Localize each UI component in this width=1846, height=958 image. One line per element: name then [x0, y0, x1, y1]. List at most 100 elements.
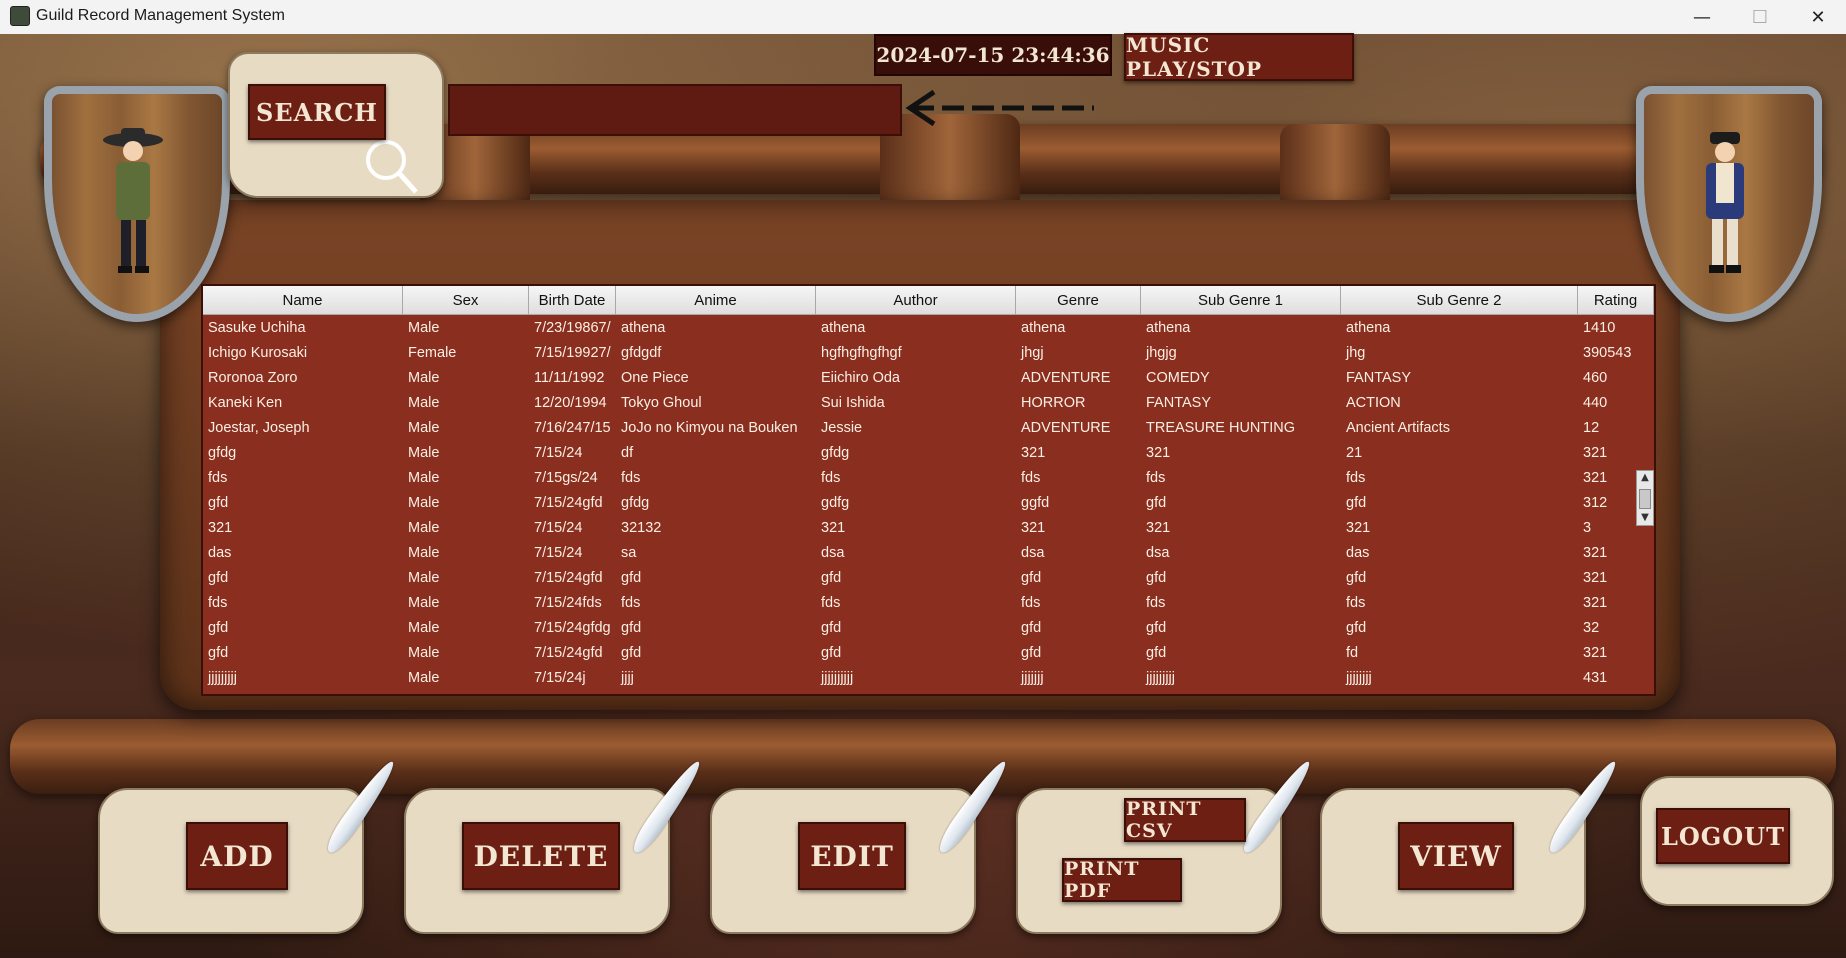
print-pdf-button[interactable]: PRINT PDF	[1062, 858, 1182, 902]
minimize-button[interactable]: —	[1674, 0, 1730, 34]
table-cell: gfd	[208, 620, 229, 636]
table-row[interactable]: jjjjjjjjj Male 7/15/24j jjjj jjjjjjjjjj jjjjj…	[203, 666, 1654, 691]
table-cell: 32	[1583, 620, 1600, 636]
search-input[interactable]	[448, 84, 902, 136]
table-row[interactable]: fds Male 7/15gs/24 fds fds fds fds fds 321	[203, 466, 1654, 491]
table-cell: jjjjjjjjj	[208, 670, 237, 686]
table-row[interactable]: gfd Male 7/15/24gfd gfd gfd gfd gfd fd 321	[203, 641, 1654, 666]
table-cell: fds	[621, 595, 641, 611]
view-button[interactable]: VIEW	[1398, 822, 1514, 890]
window-titlebar: Guild Record Management System — ☐ ✕	[0, 0, 1846, 35]
table-cell: Jessie	[821, 420, 863, 436]
table-cell: gfdgdf	[621, 345, 662, 361]
table-cell: df	[621, 445, 634, 461]
table-row[interactable]: gfd Male 7/15/24gfd gfdg gdfg ggfd gfd gfd 312	[203, 491, 1654, 516]
table-row[interactable]: Roronoa Zoro Male 11/11/1992 One Piece Eiich…	[203, 366, 1654, 391]
table-cell: Male	[408, 645, 440, 661]
table-cell: fds	[1021, 595, 1041, 611]
table-cell: jjjjjjjjj	[1146, 670, 1175, 686]
table-cell: gfd	[1146, 495, 1167, 511]
table-row[interactable]: das Male 7/15/24 sa dsa dsa dsa das 321	[203, 541, 1654, 566]
table-cell: gfd	[208, 495, 229, 511]
table-cell: jhgj	[1021, 345, 1044, 361]
table-cell: das	[1346, 545, 1370, 561]
table-cell: 321	[821, 520, 846, 536]
maximize-button[interactable]: ☐	[1732, 0, 1788, 34]
table-cell: gfd	[1346, 495, 1367, 511]
table-scrollbar[interactable]: ▲ ▼	[1636, 470, 1654, 526]
table-cell: 321	[1583, 545, 1608, 561]
music-toggle-button[interactable]: MUSIC PLAY/STOP	[1124, 33, 1354, 81]
table-cell: Male	[408, 320, 440, 336]
table-cell: COMEDY	[1146, 370, 1210, 386]
add-button[interactable]: ADD	[186, 822, 288, 890]
table-cell: 1410	[1583, 320, 1616, 336]
table-cell: Male	[408, 545, 440, 561]
table-cell: ADVENTURE	[1021, 420, 1111, 436]
table-cell: FANTASY	[1146, 395, 1211, 411]
column-header[interactable]: Rating	[1578, 286, 1654, 315]
officer-icon	[1706, 132, 1744, 273]
column-header[interactable]: Name	[203, 286, 403, 315]
table-body: Sasuke Uchiha Male 7/23/19867/athena athena…	[203, 316, 1654, 691]
table-cell: Kaneki Ken	[208, 395, 283, 411]
table-cell: Ichigo Kurosaki	[208, 345, 308, 361]
table-cell: gfd	[1146, 620, 1167, 636]
logout-button[interactable]: LOGOUT	[1656, 808, 1790, 864]
search-button[interactable]: SEARCH	[248, 84, 386, 140]
table-row[interactable]: Sasuke Uchiha Male 7/23/19867/athena athena…	[203, 316, 1654, 341]
adventurer-icon	[103, 128, 163, 273]
records-table[interactable]: Name Sex Birth Date Anime Author Genre Sub Gen…	[201, 284, 1656, 696]
table-row[interactable]: 321 Male 7/15/24 32132 321 321 321 321 3	[203, 516, 1654, 541]
table-cell: jjjj	[621, 670, 634, 686]
table-cell: sa	[621, 545, 637, 561]
table-row[interactable]: gfd Male 7/15/24gfdg gfd gfd gfd gfd gfd 32	[203, 616, 1654, 641]
table-row[interactable]: gfdg Male 7/15/24 df gfdg 321 321 21 321	[203, 441, 1654, 466]
column-header[interactable]: Author	[816, 286, 1016, 315]
table-cell: fds	[1146, 595, 1166, 611]
bottom-wood-beam	[10, 719, 1836, 794]
table-cell: Roronoa Zoro	[208, 370, 298, 386]
scroll-up-icon[interactable]: ▲	[1637, 471, 1653, 485]
scroll-down-icon[interactable]: ▼	[1637, 511, 1653, 525]
close-button[interactable]: ✕	[1790, 0, 1846, 34]
table-cell: 7/15/24	[534, 520, 583, 536]
column-header[interactable]: Anime	[616, 286, 816, 315]
table-row[interactable]: Joestar, Joseph Male 7/16/247/15 JoJo no Ki…	[203, 416, 1654, 441]
table-row[interactable]: Kaneki Ken Male 12/20/1994 Tokyo Ghoul Sui I…	[203, 391, 1654, 416]
table-cell: fds	[1346, 595, 1366, 611]
column-header[interactable]: Sub Genre 2	[1341, 286, 1578, 315]
table-cell: gfd	[1146, 645, 1167, 661]
column-header[interactable]: Sex	[403, 286, 529, 315]
table-cell: 390543	[1583, 345, 1632, 361]
table-cell: fds	[821, 595, 841, 611]
table-cell: 12	[1583, 420, 1600, 436]
table-cell: dsa	[1021, 545, 1045, 561]
edit-button[interactable]: EDIT	[798, 822, 906, 890]
table-cell: Eiichiro Oda	[821, 370, 900, 386]
table-cell: TREASURE HUNTING	[1146, 420, 1296, 436]
print-csv-button[interactable]: PRINT CSV	[1124, 798, 1246, 842]
table-cell: Male	[408, 470, 440, 486]
column-header[interactable]: Sub Genre 1	[1141, 286, 1341, 315]
column-header[interactable]: Birth Date	[529, 286, 616, 315]
table-cell: gdfg	[821, 495, 850, 511]
delete-button[interactable]: DELETE	[462, 822, 620, 890]
table-cell: 440	[1583, 395, 1608, 411]
column-header[interactable]: Genre	[1016, 286, 1141, 315]
table-cell: 7/15/24gfd	[534, 645, 603, 661]
table-cell: gfd	[621, 645, 642, 661]
table-cell: gfd	[1021, 620, 1042, 636]
table-cell: gfd	[208, 645, 229, 661]
table-cell: Male	[408, 620, 440, 636]
table-row[interactable]: fds Male 7/15/24fds fds fds fds fds fds 321	[203, 591, 1654, 616]
table-cell: 7/15/24j	[534, 670, 586, 686]
table-cell: 7/15/24gfd	[534, 570, 603, 586]
table-cell: 321	[1583, 645, 1608, 661]
table-cell: 7/15/19927/	[534, 345, 611, 361]
scroll-thumb[interactable]	[1639, 489, 1651, 509]
table-cell: 321	[1146, 520, 1171, 536]
table-row[interactable]: gfd Male 7/15/24gfd gfd gfd gfd gfd gfd 321	[203, 566, 1654, 591]
table-cell: jhgjg	[1146, 345, 1177, 361]
table-row[interactable]: Ichigo Kurosaki Female 7/15/19927/gfdgdf hg…	[203, 341, 1654, 366]
